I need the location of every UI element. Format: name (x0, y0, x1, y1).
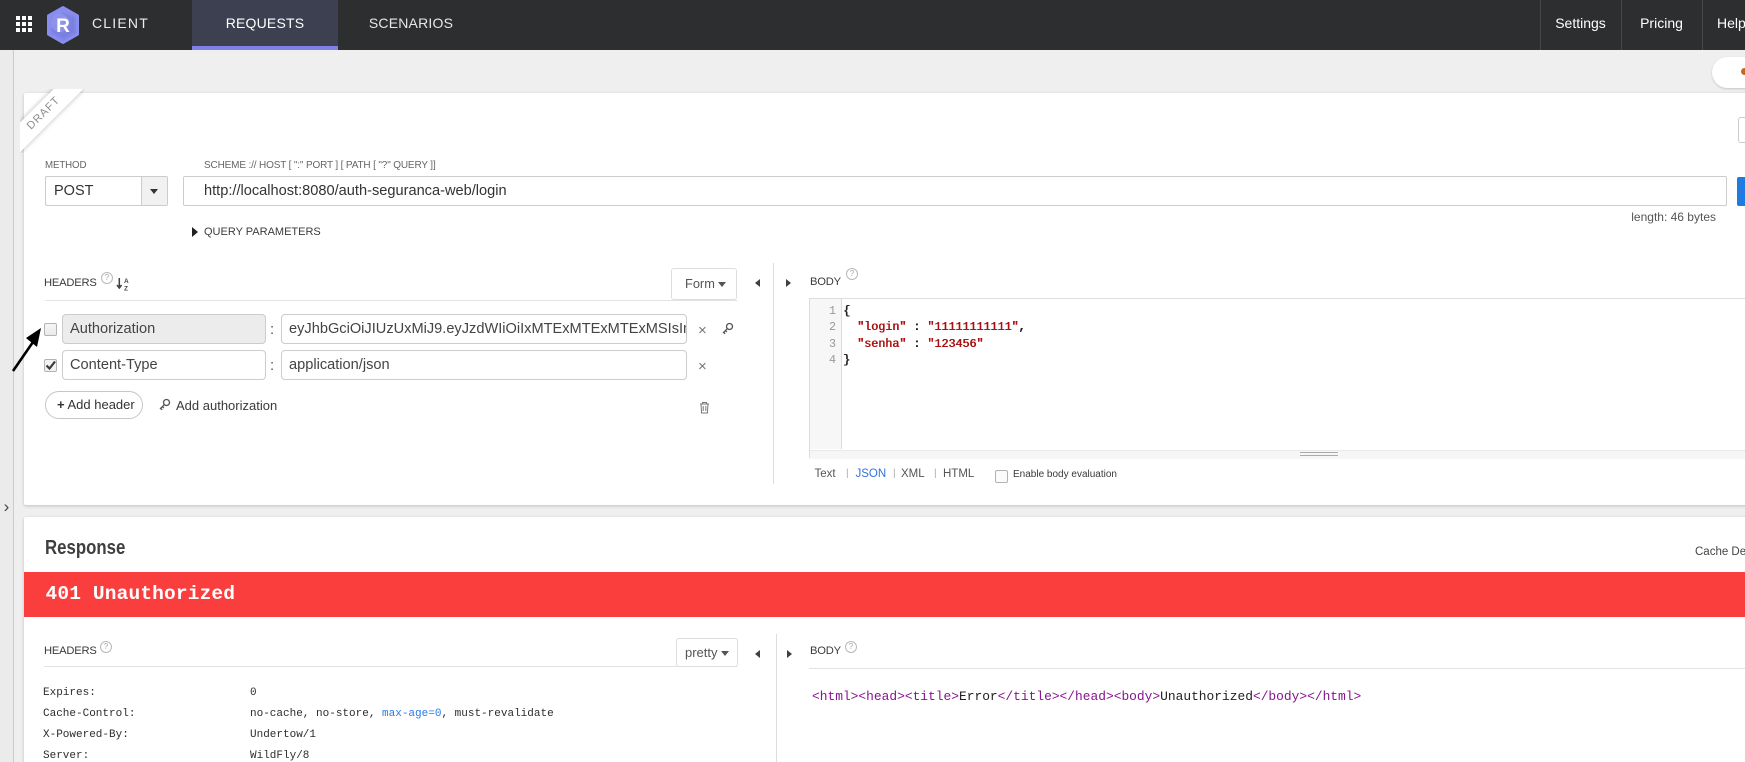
svg-text:A: A (124, 278, 129, 285)
svg-text:R: R (56, 16, 70, 37)
svg-text:Z: Z (124, 286, 128, 292)
